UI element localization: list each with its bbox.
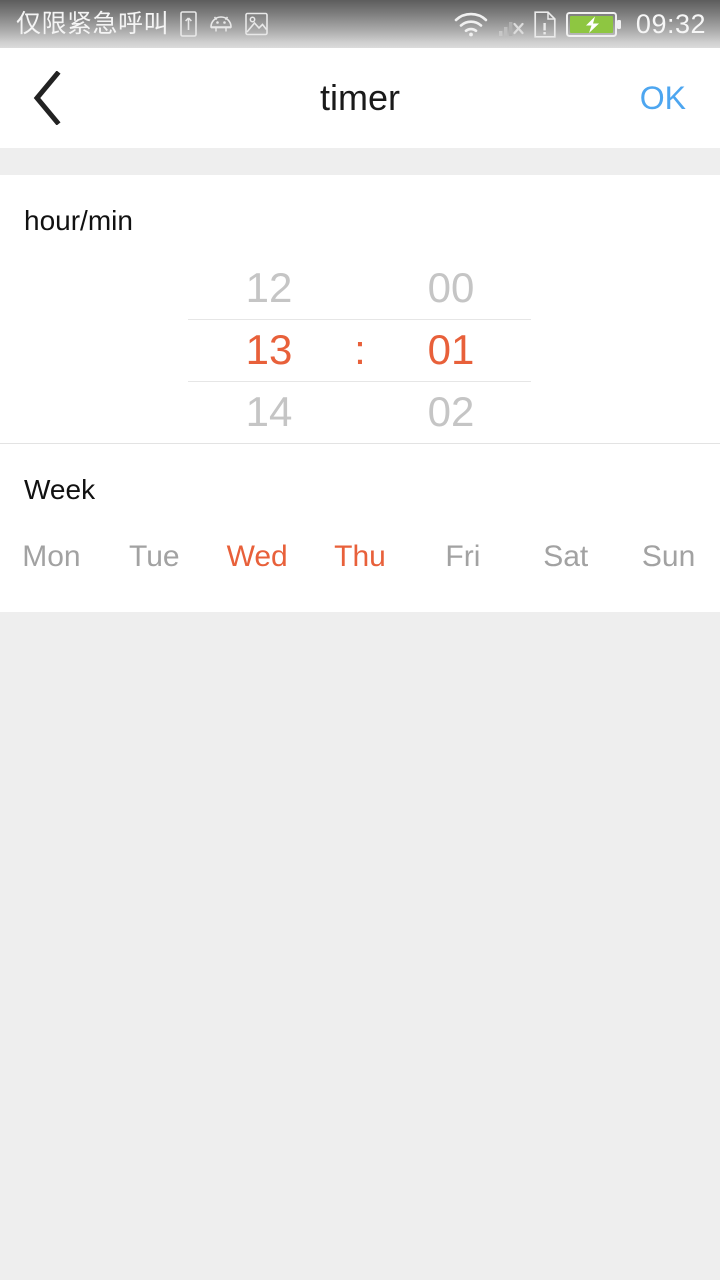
battery-charging-icon xyxy=(565,11,621,37)
week-label: Week xyxy=(24,474,96,505)
day-thu[interactable]: Thu xyxy=(309,542,412,572)
day-fri[interactable]: Fri xyxy=(411,542,514,572)
app-header: timer OK xyxy=(0,48,720,148)
android-robot-icon xyxy=(210,16,232,32)
minute-selected[interactable]: 01 xyxy=(391,329,511,371)
back-button[interactable] xyxy=(0,48,96,148)
day-mon[interactable]: Mon xyxy=(0,542,103,572)
week-day-row: Mon Tue Wed Thu Fri Sat Sun xyxy=(0,504,720,612)
status-bar-left: 仅限紧急呼叫 xyxy=(16,11,454,37)
time-picker[interactable]: 12 00 13 : 01 14 02 xyxy=(0,257,720,443)
usb-icon xyxy=(180,11,197,37)
minute-previous[interactable]: 00 xyxy=(391,267,511,309)
no-signal-icon xyxy=(498,21,524,36)
page-background-filler xyxy=(0,612,720,1280)
hour-previous[interactable]: 12 xyxy=(209,267,329,309)
time-picker-row-previous[interactable]: 12 00 xyxy=(0,257,720,319)
section-gap-band xyxy=(0,148,720,175)
hour-next[interactable]: 14 xyxy=(209,391,329,433)
day-sat[interactable]: Sat xyxy=(514,542,617,572)
chevron-left-icon xyxy=(33,71,61,125)
time-picker-row-selected[interactable]: 13 : 01 xyxy=(0,319,720,381)
picker-highlight-line-bottom xyxy=(188,381,531,382)
settings-card: hour/min 12 00 13 : 01 14 02 Week Mon Tu… xyxy=(0,175,720,612)
status-bar: 仅限紧急呼叫 09:32 xyxy=(0,0,720,48)
day-tue[interactable]: Tue xyxy=(103,542,206,572)
picker-highlight-line-top xyxy=(188,319,531,320)
screenshot-image-icon xyxy=(245,12,268,36)
sim-alert-icon xyxy=(534,10,556,38)
day-wed[interactable]: Wed xyxy=(206,542,309,572)
minute-next[interactable]: 02 xyxy=(391,391,511,433)
day-sun[interactable]: Sun xyxy=(617,542,720,572)
time-picker-row-next[interactable]: 14 02 xyxy=(0,381,720,443)
status-bar-right: 09:32 xyxy=(454,8,706,39)
wifi-icon xyxy=(454,12,488,36)
status-bar-clock: 09:32 xyxy=(635,8,706,39)
ok-button[interactable]: OK xyxy=(570,48,720,148)
hour-min-label: hour/min xyxy=(24,205,133,236)
carrier-label: 仅限紧急呼叫 xyxy=(16,9,170,38)
timer-settings-page: 仅限紧急呼叫 09:32 timer OK hour/min 12 00 13 … xyxy=(0,0,720,1280)
time-separator: : xyxy=(354,326,366,373)
hour-selected[interactable]: 13 xyxy=(209,329,329,371)
